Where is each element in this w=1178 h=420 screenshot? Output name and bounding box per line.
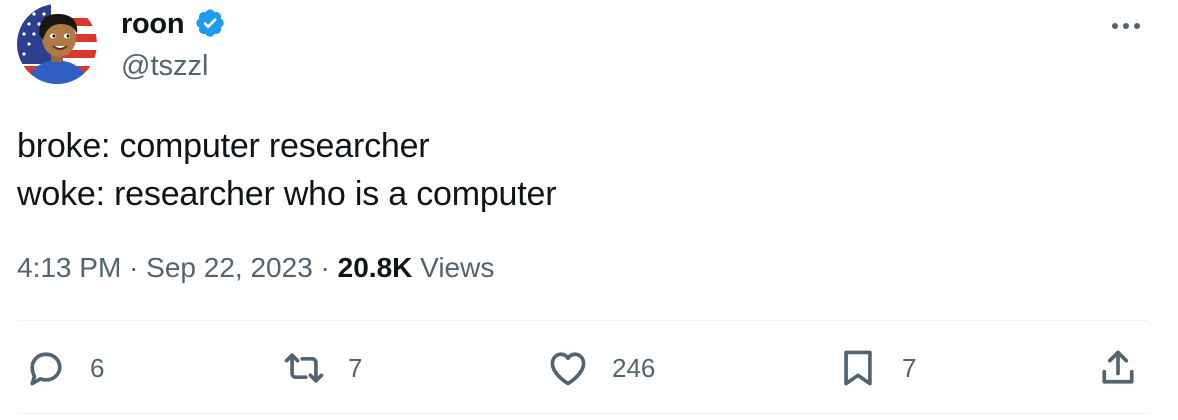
tweet-card: roon @tszzl broke: computer researcher w… — [0, 0, 1178, 420]
retweet-button[interactable]: 7 — [282, 345, 362, 391]
meta-separator: · — [320, 252, 330, 283]
share-icon — [1096, 346, 1140, 390]
more-options-icon[interactable] — [1108, 14, 1144, 38]
like-count: 246 — [612, 352, 656, 383]
divider — [17, 413, 1148, 414]
views-label: Views — [420, 252, 495, 283]
like-button[interactable]: 246 — [546, 345, 655, 391]
tweet-meta: 4:13 PM · Sep 22, 2023 · 20.8K Views — [17, 248, 494, 288]
bookmark-button[interactable]: 7 — [836, 345, 916, 391]
reply-button[interactable]: 6 — [24, 345, 104, 391]
views-count: 20.8K — [337, 252, 413, 283]
tweet-text-line: woke: researcher who is a computer — [17, 175, 557, 213]
reply-icon — [24, 346, 68, 390]
bookmark-icon — [836, 346, 880, 390]
reply-count: 6 — [90, 352, 105, 383]
tweet-date[interactable]: Sep 22, 2023 — [146, 252, 313, 283]
retweet-count: 7 — [348, 352, 363, 383]
bookmark-count: 7 — [902, 352, 917, 383]
verified-badge-icon — [194, 7, 226, 39]
tweet-text-line: broke: computer researcher — [17, 127, 430, 165]
avatar[interactable] — [17, 4, 97, 84]
heart-icon — [546, 346, 590, 390]
share-button[interactable] — [1096, 345, 1140, 391]
retweet-icon — [282, 346, 326, 390]
display-name[interactable]: roon — [121, 6, 185, 42]
tweet-text: broke: computer researcher woke: researc… — [17, 122, 557, 218]
tweet-time[interactable]: 4:13 PM — [17, 252, 121, 283]
divider — [17, 320, 1148, 321]
user-handle[interactable]: @tszzl — [121, 48, 208, 84]
meta-separator: · — [129, 252, 139, 283]
